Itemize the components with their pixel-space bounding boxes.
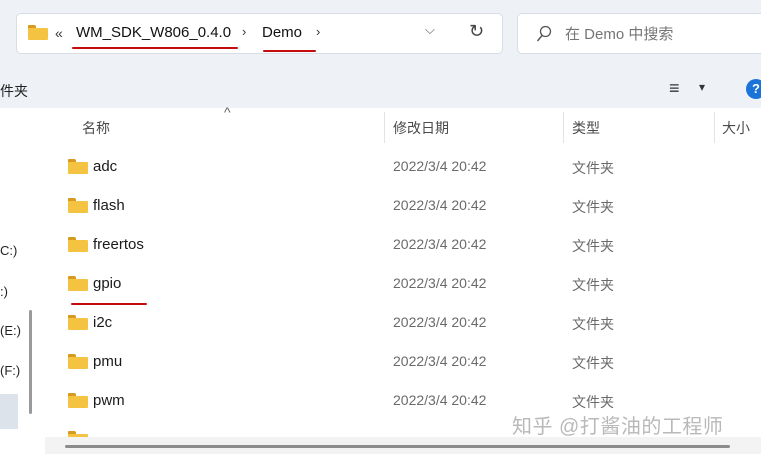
file-type: 文件夹: [572, 238, 614, 254]
breadcrumb-sdk[interactable]: WM_SDK_W806_0.4.0: [76, 24, 231, 41]
file-date: 2022/3/4 20:42: [393, 236, 487, 252]
file-type: 文件夹: [572, 277, 614, 293]
file-date: 2022/3/4 20:42: [393, 158, 487, 174]
nav-scrollbar[interactable]: [29, 310, 32, 414]
search-input[interactable]: [563, 21, 761, 47]
file-type: 文件夹: [572, 160, 614, 176]
annotation-underline: [72, 47, 238, 49]
view-caret-icon[interactable]: ▾: [699, 80, 705, 94]
overflow-icon[interactable]: «: [55, 25, 63, 41]
file-date: 2022/3/4 20:42: [393, 275, 487, 291]
chevron-right-icon: ›: [242, 24, 247, 39]
help-icon[interactable]: ?: [746, 79, 761, 99]
search-icon: [536, 25, 552, 42]
file-row[interactable]: gpio 2022/3/4 20:42 文件夹: [50, 265, 761, 303]
file-row[interactable]: pmu 2022/3/4 20:42 文件夹: [50, 343, 761, 381]
scrollbar-thumb[interactable]: [65, 445, 730, 448]
file-date: 2022/3/4 20:42: [393, 392, 487, 408]
column-header-name[interactable]: 名称: [82, 118, 110, 138]
nav-item-drive-d[interactable]: :): [0, 284, 8, 299]
file-name: flash: [93, 197, 125, 214]
file-name: adc: [93, 158, 118, 175]
nav-item-drive-e[interactable]: (E:): [0, 323, 21, 338]
file-date: 2022/3/4 20:42: [393, 197, 487, 213]
file-type: 文件夹: [572, 394, 614, 410]
address-area: « WM_SDK_W806_0.4.0 › Demo › ⌵ ↻: [0, 0, 761, 70]
dropdown-icon[interactable]: ⌵: [425, 22, 435, 38]
file-name: freertos: [93, 236, 144, 253]
file-name: pmu: [93, 353, 123, 370]
watermark: 知乎 @打酱油的工程师: [512, 416, 724, 438]
file-name: gpio: [93, 275, 122, 292]
file-name: i2c: [93, 314, 113, 331]
chevron-right-icon[interactable]: ›: [316, 24, 320, 39]
file-type: 文件夹: [572, 355, 614, 371]
refresh-icon[interactable]: ↻: [469, 21, 484, 42]
nav-item-selected[interactable]: [0, 394, 18, 429]
breadcrumb-demo[interactable]: Demo: [262, 24, 302, 41]
file-row[interactable]: freertos 2022/3/4 20:42 文件夹: [50, 226, 761, 264]
file-date: 2022/3/4 20:42: [393, 314, 487, 330]
column-header-size[interactable]: 大小: [722, 118, 750, 138]
new-folder-label[interactable]: 件夹: [0, 81, 28, 101]
file-type: 文件夹: [572, 199, 614, 215]
nav-item-drive-c[interactable]: C:): [0, 243, 17, 258]
view-menu-icon[interactable]: ≡: [669, 78, 680, 99]
command-bar: 件夹 ≡ ▾ ?: [0, 70, 761, 108]
column-divider[interactable]: [384, 112, 385, 143]
column-header-date[interactable]: 修改日期: [393, 118, 449, 138]
annotation-underline: [263, 50, 316, 52]
sort-arrow-icon: ^: [224, 104, 231, 120]
file-row[interactable]: adc 2022/3/4 20:42 文件夹: [50, 148, 761, 186]
file-name: pwm: [93, 392, 125, 409]
column-divider[interactable]: [563, 112, 564, 143]
file-date: 2022/3/4 20:42: [393, 353, 487, 369]
horizontal-scrollbar[interactable]: [45, 437, 761, 454]
nav-item-drive-f[interactable]: (F:): [0, 363, 20, 378]
column-divider[interactable]: [714, 112, 715, 143]
file-type: 文件夹: [572, 316, 614, 332]
file-row[interactable]: i2c 2022/3/4 20:42 文件夹: [50, 304, 761, 342]
search-box[interactable]: [517, 13, 761, 54]
file-row[interactable]: flash 2022/3/4 20:42 文件夹: [50, 187, 761, 225]
column-header-type[interactable]: 类型: [572, 118, 600, 138]
